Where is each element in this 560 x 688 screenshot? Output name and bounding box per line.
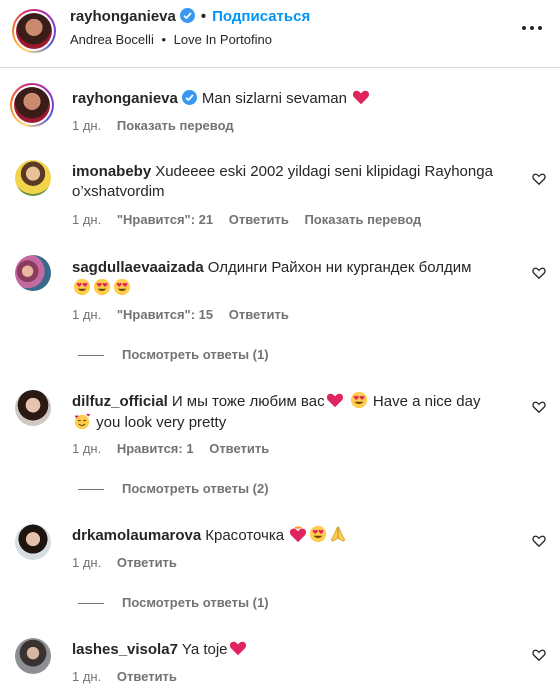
heart-eyes-emoji-icon: [310, 525, 327, 543]
comment-text-a: И мы тоже любим вас: [171, 393, 325, 410]
follow-button[interactable]: Подписаться: [212, 8, 310, 25]
heart-on-fire-emoji-icon: [290, 526, 307, 543]
comment-avatar[interactable]: [15, 255, 51, 291]
comment-likes[interactable]: Нравится: 1: [117, 441, 194, 456]
comment-avatar[interactable]: [15, 638, 51, 674]
comment-text-b: Have a nice day: [372, 393, 481, 410]
header-avatar[interactable]: [12, 9, 56, 53]
comment-username[interactable]: lashes_visola7: [72, 641, 178, 658]
comment-meta: 1 дн. Нравится: 1 Ответить: [72, 441, 281, 456]
comment-username[interactable]: imonabeby: [72, 163, 151, 180]
comment-avatar[interactable]: [15, 390, 51, 426]
comment-time[interactable]: 1 дн.: [72, 555, 101, 570]
heart-eyes-emoji-icon: [93, 278, 111, 296]
song-artist: Andrea Bocelli: [70, 32, 154, 47]
header-title-row: rayhonganieva • Подписаться: [70, 8, 310, 25]
comment-text-row: lashes_visola7 Ya toje: [72, 639, 520, 660]
view-replies-button[interactable]: Посмотреть ответы (2): [78, 481, 269, 496]
comment-time[interactable]: 1 дн.: [72, 441, 101, 456]
heart-eyes-emoji-icon: [350, 391, 367, 409]
view-replies-label: Посмотреть ответы (1): [122, 347, 269, 362]
replies-divider: [78, 603, 104, 605]
comment-text-row: dilfuz_official И мы тоже любим вас Have …: [72, 391, 520, 433]
song-title: Love In Portofino: [173, 32, 272, 47]
caption-avatar[interactable]: [10, 83, 54, 127]
comment-username[interactable]: drkamolaumarova: [72, 527, 201, 544]
caption-text-row: rayhonganieva Man sizlarni sevaman: [72, 88, 520, 109]
view-replies-button[interactable]: Посмотреть ответы (1): [78, 595, 269, 610]
comment-meta: 1 дн. Ответить: [72, 555, 189, 570]
like-heart-icon[interactable]: [532, 172, 546, 186]
song-separator: •: [161, 32, 167, 47]
comment-text-c: you look very pretty: [96, 414, 227, 431]
header-audio-row[interactable]: Andrea Bocelli • Love In Portofino: [70, 32, 272, 47]
replies-divider: [78, 489, 104, 491]
comment-time[interactable]: 1 дн.: [72, 212, 101, 227]
view-replies-label: Посмотреть ответы (1): [122, 595, 269, 610]
comment-text-row: drkamolaumarova Красоточка: [72, 525, 520, 546]
comment-time[interactable]: 1 дн.: [72, 669, 101, 684]
red-heart-emoji-icon: [229, 641, 246, 656]
comment-text-row: sagdullaevaaizada Олдинги Райхон ни курга…: [72, 258, 520, 299]
caption-translate-button[interactable]: Показать перевод: [117, 118, 234, 133]
comment-meta: 1 дн. "Нравится": 21 Ответить Показать п…: [72, 212, 433, 227]
like-heart-icon[interactable]: [532, 400, 546, 414]
comment-avatar[interactable]: [15, 524, 51, 560]
comment-meta: 1 дн. Ответить: [72, 669, 189, 684]
smiling-face-with-hearts-emoji-icon: [74, 413, 91, 430]
comment-time[interactable]: 1 дн.: [72, 307, 101, 322]
replies-divider: [78, 355, 104, 357]
caption-username[interactable]: rayhonganieva: [72, 90, 178, 107]
comment-likes[interactable]: "Нравится": 15: [117, 307, 213, 322]
comment-meta: 1 дн. "Нравится": 15 Ответить: [72, 307, 301, 322]
like-heart-icon[interactable]: [532, 648, 546, 662]
red-heart-emoji-icon: [326, 393, 343, 408]
comment-username[interactable]: dilfuz_official: [72, 393, 168, 410]
reply-button[interactable]: Ответить: [117, 669, 177, 684]
comment-likes[interactable]: "Нравится": 21: [117, 212, 213, 227]
comment-username[interactable]: sagdullaevaaizada: [72, 259, 204, 276]
reply-button[interactable]: Ответить: [117, 555, 177, 570]
red-heart-emoji-icon: [353, 90, 370, 105]
comment-text: Олдинги Райхон ни кургандек болдим: [207, 259, 472, 276]
post-header: rayhonganieva • Подписаться Andrea Bocelli…: [0, 0, 560, 68]
like-heart-icon[interactable]: [532, 534, 546, 548]
heart-eyes-emoji-icon: [73, 278, 91, 296]
comment-avatar[interactable]: [15, 160, 51, 196]
caption-time[interactable]: 1 дн.: [72, 118, 101, 133]
header-separator: •: [200, 8, 207, 25]
reply-button[interactable]: Ответить: [209, 441, 269, 456]
caption-meta: 1 дн. Показать перевод: [72, 118, 246, 133]
more-options-icon[interactable]: [522, 26, 542, 32]
translate-button[interactable]: Показать перевод: [304, 212, 421, 227]
header-username[interactable]: rayhonganieva: [70, 8, 176, 25]
caption-text: Man sizlarni sevaman: [201, 90, 347, 107]
comment-text: Ya toje: [181, 641, 228, 658]
verified-badge-icon: [179, 8, 195, 23]
comment-text-row: imonabeby Xudeeee eski 2002 yildagi seni …: [72, 162, 520, 202]
heart-eyes-emoji-icon: [113, 278, 131, 296]
view-replies-button[interactable]: Посмотреть ответы (1): [78, 347, 269, 362]
verified-badge-icon: [181, 90, 197, 105]
like-heart-icon[interactable]: [532, 266, 546, 280]
view-replies-label: Посмотреть ответы (2): [122, 481, 269, 496]
reply-button[interactable]: Ответить: [229, 212, 289, 227]
comment-text: Красоточка: [205, 527, 285, 544]
folded-hands-emoji-icon: [331, 526, 346, 542]
reply-button[interactable]: Ответить: [229, 307, 289, 322]
